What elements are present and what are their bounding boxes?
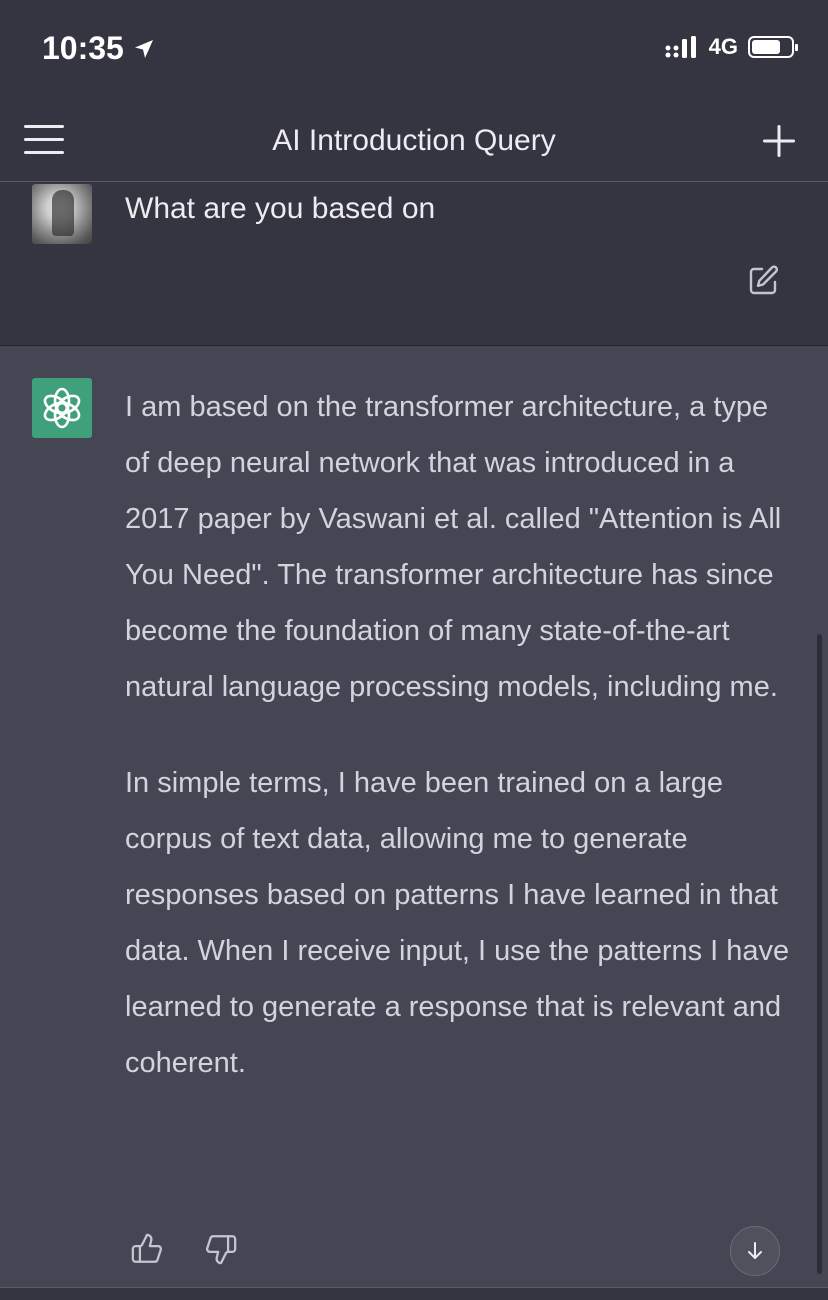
scroll-to-bottom-button[interactable] bbox=[730, 1226, 780, 1276]
assistant-message: I am based on the transformer architectu… bbox=[0, 346, 828, 1287]
app-header: AI Introduction Query bbox=[0, 100, 828, 182]
thumbs-down-button[interactable] bbox=[204, 1232, 238, 1266]
network-type: 4G bbox=[708, 34, 738, 59]
scrollbar[interactable] bbox=[817, 634, 822, 1274]
edit-icon[interactable] bbox=[748, 264, 780, 296]
bottom-divider bbox=[0, 1287, 828, 1300]
time-label: 10:35 bbox=[42, 30, 124, 66]
thumbs-down-icon bbox=[206, 1235, 237, 1265]
thumbs-up-button[interactable] bbox=[130, 1232, 164, 1266]
user-message-text: What are you based on bbox=[125, 192, 436, 225]
assistant-paragraph: I am based on the transformer architectu… bbox=[125, 391, 782, 703]
status-time: 10:35 bbox=[42, 30, 156, 67]
user-avatar bbox=[32, 184, 92, 244]
openai-logo-icon bbox=[43, 387, 81, 429]
assistant-avatar bbox=[32, 378, 92, 438]
status-bar: 10:35 4G bbox=[0, 0, 828, 100]
location-arrow-icon bbox=[134, 39, 153, 58]
thumbs-up-icon bbox=[131, 1233, 162, 1263]
status-indicators: 4G bbox=[665, 34, 798, 60]
arrow-down-icon bbox=[748, 1242, 762, 1259]
signal-icon bbox=[665, 36, 696, 58]
page-title: AI Introduction Query bbox=[272, 124, 556, 157]
battery-icon bbox=[748, 36, 798, 58]
user-message: What are you based on bbox=[0, 182, 828, 346]
assistant-paragraph: In simple terms, I have been trained on … bbox=[125, 767, 790, 1079]
assistant-message-text: I am based on the transformer architectu… bbox=[125, 379, 795, 1091]
plus-icon[interactable] bbox=[760, 122, 798, 160]
feedback-buttons bbox=[130, 1232, 238, 1266]
